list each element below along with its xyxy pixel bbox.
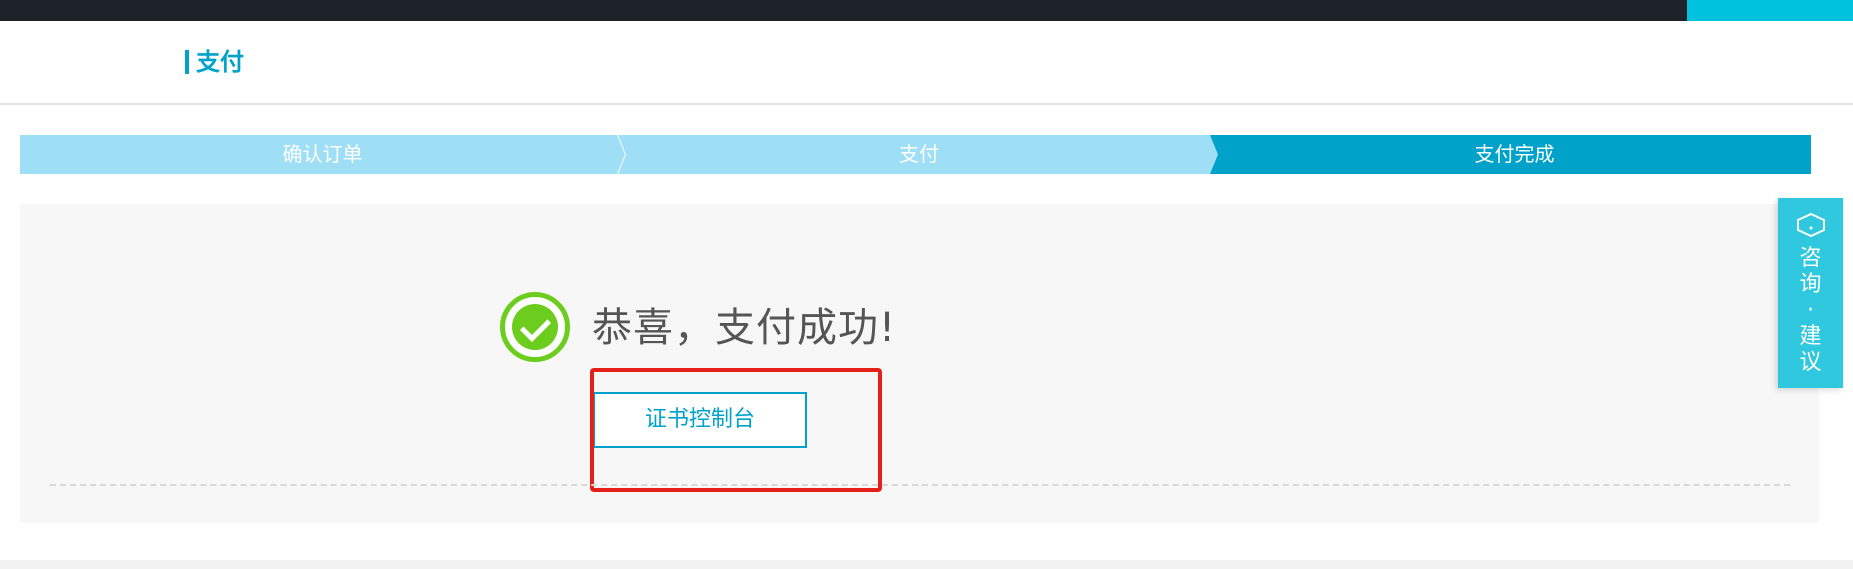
top-bar-accent bbox=[1687, 0, 1853, 21]
consult-char: 咨 bbox=[1799, 246, 1822, 271]
top-bar bbox=[0, 0, 1853, 21]
step-label: 支付 bbox=[899, 142, 939, 166]
step-label: 支付完成 bbox=[1474, 142, 1555, 166]
page-title: 支付 bbox=[196, 48, 244, 76]
consult-label: 咨 询 · 建 议 bbox=[1778, 246, 1843, 376]
success-check-icon bbox=[500, 292, 570, 362]
step-payment: 支付 bbox=[618, 135, 1220, 174]
success-message: 恭喜，支付成功! bbox=[592, 305, 897, 351]
footer-strip bbox=[0, 560, 1853, 569]
hexagon-icon bbox=[1797, 212, 1825, 238]
step-confirm-order: 确认订单 bbox=[20, 135, 625, 174]
page-header: 支付 bbox=[0, 21, 1853, 105]
title-marker bbox=[185, 50, 189, 74]
consult-suggest-button[interactable]: 咨 询 · 建 议 bbox=[1778, 198, 1843, 388]
highlight-annotation bbox=[590, 368, 882, 492]
consult-char: 询 bbox=[1799, 272, 1822, 297]
step-payment-complete: 支付完成 bbox=[1210, 135, 1811, 174]
result-panel: 恭喜，支付成功! 证书控制台 bbox=[20, 204, 1819, 523]
progress-steps: 确认订单 支付 支付完成 bbox=[20, 135, 1811, 174]
consult-char: 建 bbox=[1799, 324, 1822, 349]
consult-char: · bbox=[1807, 298, 1814, 323]
dashed-divider bbox=[50, 484, 1790, 486]
step-label: 确认订单 bbox=[282, 142, 363, 166]
consult-char: 议 bbox=[1799, 350, 1822, 375]
